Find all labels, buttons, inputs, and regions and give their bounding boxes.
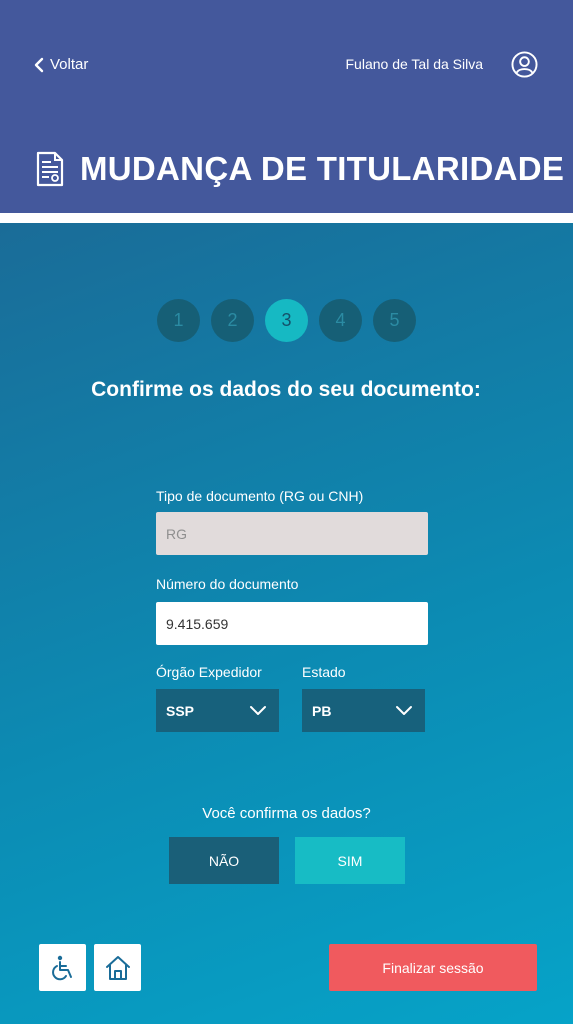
doc-number-label: Número do documento (156, 576, 299, 592)
wheelchair-icon (51, 955, 72, 980)
home-button[interactable] (94, 944, 141, 991)
issuer-value: SSP (166, 702, 195, 719)
doc-type-value: RG (166, 525, 187, 542)
doc-type-label: Tipo de documento (RG ou CNH) (156, 488, 364, 504)
user-icon[interactable] (511, 51, 538, 78)
form-question: Confirme os dados do seu documento: (91, 378, 481, 401)
doc-type-field: RG (156, 512, 428, 555)
main-content: 1 2 3 4 5 Confirme os dados do seu docum… (0, 223, 573, 1024)
step-1: 1 (157, 299, 200, 342)
user-name: Fulano de Tal da Silva (345, 56, 484, 72)
issuer-label: Órgão Expedidor (156, 664, 262, 680)
back-label: Voltar (50, 56, 89, 73)
step-3-active: 3 (265, 299, 308, 342)
finalize-session-button[interactable]: Finalizar sessão (329, 944, 537, 991)
step-2: 2 (211, 299, 254, 342)
doc-number-field[interactable]: 9.415.659 (156, 602, 428, 645)
chevron-left-icon (34, 57, 44, 72)
header-divider (0, 213, 573, 223)
doc-number-value: 9.415.659 (166, 615, 229, 632)
accessibility-button[interactable] (39, 944, 86, 991)
document-icon (36, 151, 64, 187)
step-indicator: 1 2 3 4 5 (0, 299, 573, 342)
step-5: 5 (373, 299, 416, 342)
state-value: PB (312, 702, 332, 719)
home-icon (105, 955, 130, 980)
chevron-down-icon (250, 706, 266, 715)
page-title: MUDANÇA DE TITULARIDADE (80, 150, 565, 187)
state-select[interactable]: PB (302, 689, 425, 732)
yes-button[interactable]: SIM (295, 837, 405, 884)
chevron-down-icon (396, 706, 412, 715)
app-header: Voltar Fulano de Tal da Silva MUDANÇA DE… (0, 0, 573, 213)
issuer-select[interactable]: SSP (156, 689, 279, 732)
step-4: 4 (319, 299, 362, 342)
no-button[interactable]: NÃO (169, 837, 279, 884)
confirm-prompt: Você confirma os dados? (202, 805, 371, 822)
page-title-row: MUDANÇA DE TITULARIDADE (36, 150, 564, 188)
state-label: Estado (302, 664, 346, 680)
back-button[interactable]: Voltar (34, 56, 88, 73)
